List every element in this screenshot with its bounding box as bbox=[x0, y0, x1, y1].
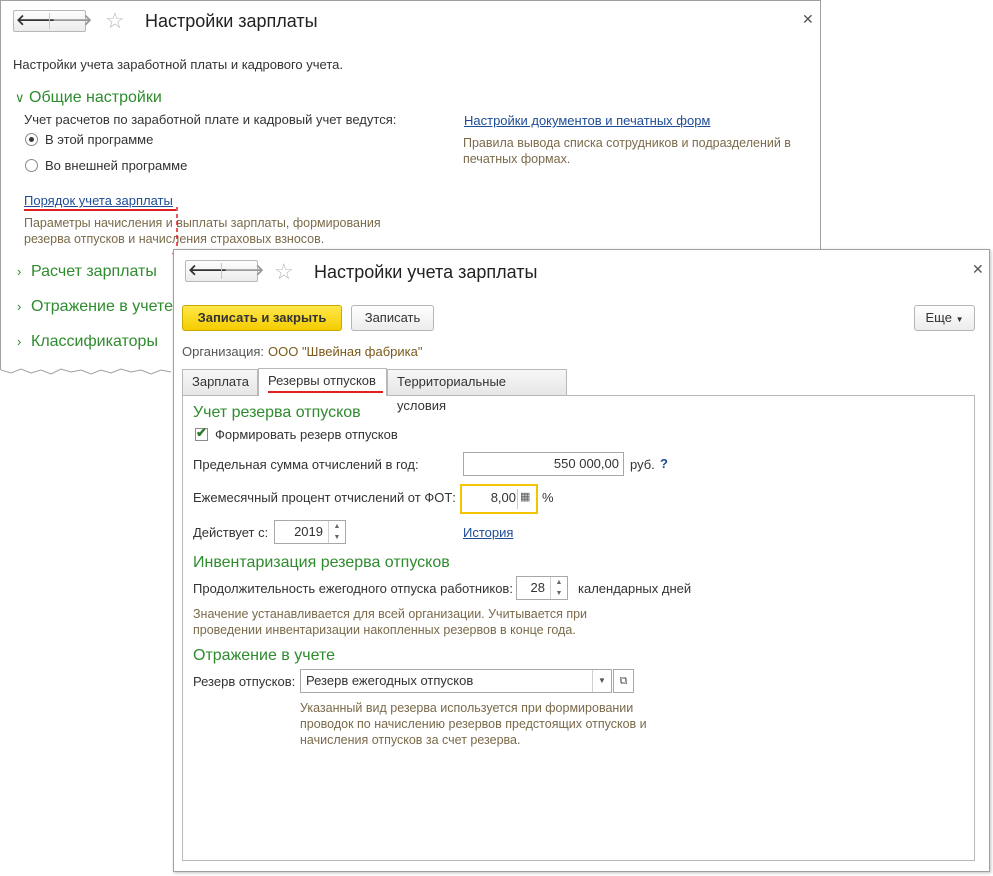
nav-buttons: 🡐 🡒 bbox=[13, 10, 92, 32]
hint-reserve: Указанный вид резерва используется при ф… bbox=[300, 701, 647, 747]
limit-input[interactable]: 550 000,00 bbox=[463, 452, 624, 476]
form-reserve-checkbox[interactable] bbox=[195, 425, 208, 441]
chevron-right-icon: › bbox=[17, 299, 22, 314]
radio-external-label: Во внешней программе bbox=[45, 158, 188, 173]
section-calc[interactable]: › Расчет зарплаты bbox=[17, 263, 157, 281]
close-icon[interactable]: ✕ bbox=[802, 11, 814, 28]
tab-salary[interactable]: Зарплата bbox=[182, 369, 258, 395]
chevron-right-icon: › bbox=[17, 264, 22, 279]
monthly-label: Ежемесячный процент отчислений от ФОТ: bbox=[193, 490, 456, 505]
chevron-down-icon[interactable]: ▼ bbox=[592, 670, 611, 692]
more-button[interactable]: Еще ▼ bbox=[914, 305, 975, 331]
close-icon[interactable]: ✕ bbox=[972, 261, 984, 278]
duration-label: Продолжительность ежегодного отпуска раб… bbox=[193, 581, 513, 596]
monthly-unit: % bbox=[542, 490, 554, 505]
save-and-close-button[interactable]: Записать и закрыть bbox=[182, 305, 342, 331]
radio-external[interactable] bbox=[25, 159, 38, 172]
org-label: Организация: bbox=[182, 344, 265, 359]
help-icon[interactable]: ? bbox=[660, 456, 668, 471]
section-inventory: Инвентаризация резерва отпусков bbox=[193, 554, 450, 571]
tab-highlight bbox=[268, 391, 383, 393]
valid-from-year[interactable]: 2019 ▲ ▼ bbox=[274, 520, 346, 544]
calculator-icon[interactable]: ▦ bbox=[520, 490, 530, 503]
monthly-input-focus[interactable]: 8,00 ▦ bbox=[460, 484, 538, 514]
hint-duration: Значение устанавливается для всей органи… bbox=[193, 607, 588, 637]
hint-salary-order: Параметры начисления и выплаты зарплаты,… bbox=[24, 216, 381, 246]
duration-input[interactable]: 28 ▲ ▼ bbox=[516, 576, 568, 600]
nav-buttons: 🡐 🡒 bbox=[185, 260, 264, 282]
org-value: ООО "Швейная фабрика" bbox=[268, 344, 423, 359]
limit-label: Предельная сумма отчислений в год: bbox=[193, 457, 419, 472]
window-title: Настройки учета зарплаты bbox=[314, 262, 538, 282]
chevron-right-icon: › bbox=[17, 334, 22, 349]
forward-arrow-icon[interactable]: 🡒 bbox=[224, 261, 264, 281]
star-icon[interactable]: ☆ bbox=[274, 261, 294, 283]
link-doc-settings[interactable]: Настройки документов и печатных форм bbox=[464, 113, 710, 128]
star-icon[interactable]: ☆ bbox=[105, 10, 125, 32]
forward-arrow-icon[interactable]: 🡒 bbox=[52, 11, 92, 31]
duration-unit: календарных дней bbox=[578, 581, 692, 596]
reserve-select[interactable]: Резерв ежегодных отпусков ▼ bbox=[300, 669, 612, 693]
valid-from-label: Действует с: bbox=[193, 525, 269, 540]
form-reserve-label: Формировать резерв отпусков bbox=[215, 427, 398, 442]
limit-unit: руб. bbox=[630, 457, 655, 472]
year-stepper[interactable]: ▲ ▼ bbox=[328, 521, 345, 543]
radio-in-program[interactable] bbox=[25, 133, 38, 146]
back-arrow-icon[interactable]: 🡐 bbox=[188, 261, 228, 281]
radio-in-program-label: В этой программе bbox=[45, 132, 154, 147]
window-title: Настройки зарплаты bbox=[145, 11, 318, 31]
chevron-down-icon: ∨ bbox=[15, 90, 25, 105]
chevron-down-icon: ▼ bbox=[955, 315, 964, 324]
section-reflect[interactable]: › Отражение в учете bbox=[17, 298, 173, 316]
section-reflection: Отражение в учете bbox=[193, 647, 335, 664]
monthly-input[interactable]: 8,00 bbox=[486, 490, 516, 505]
tab-territorial[interactable]: Территориальные условия bbox=[387, 369, 567, 413]
back-arrow-icon[interactable]: 🡐 bbox=[16, 11, 56, 31]
link-salary-order[interactable]: Порядок учета зарплаты bbox=[24, 193, 173, 208]
section-reserve-accounting: Учет резерва отпусков bbox=[193, 404, 361, 421]
hint-doc-settings: Правила вывода списка сотрудников и подр… bbox=[463, 136, 791, 166]
save-button[interactable]: Записать bbox=[351, 305, 434, 331]
reserve-label: Резерв отпусков: bbox=[193, 674, 296, 689]
open-form-icon[interactable]: ⧉ bbox=[613, 669, 634, 693]
section-classifiers[interactable]: › Классификаторы bbox=[17, 333, 158, 351]
history-link[interactable]: История bbox=[463, 525, 513, 540]
duration-stepper[interactable]: ▲ ▼ bbox=[550, 577, 567, 599]
highlight-underline bbox=[24, 209, 176, 211]
intro-text: Настройки учета заработной платы и кадро… bbox=[13, 57, 343, 72]
section-general[interactable]: ∨ Общие настройки bbox=[15, 89, 162, 107]
accounting-question: Учет расчетов по заработной плате и кадр… bbox=[24, 112, 397, 127]
